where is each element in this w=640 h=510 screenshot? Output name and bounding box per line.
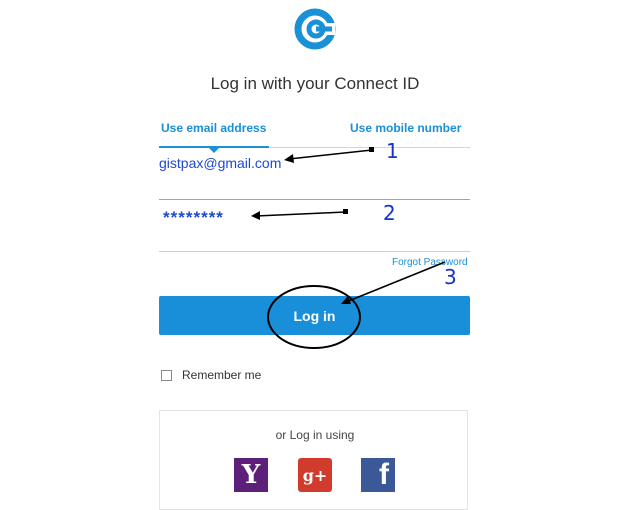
- annotation-number-2: 2: [383, 201, 396, 225]
- google-plus-login-button[interactable]: g+: [298, 458, 332, 492]
- social-login-title: or Log in using: [275, 428, 355, 442]
- page-title: Log in with your Connect ID: [210, 74, 420, 93]
- password-field[interactable]: ********: [163, 208, 224, 228]
- facebook-login-button[interactable]: f: [361, 458, 395, 492]
- remember-me-checkbox[interactable]: [161, 370, 172, 381]
- active-tab-pointer: [209, 148, 219, 153]
- login-button[interactable]: Log in: [159, 296, 470, 335]
- annotation-number-1: 1: [386, 139, 399, 163]
- annotation-arrow-2: [255, 211, 347, 217]
- annotation-arrowhead-2: [251, 211, 260, 220]
- facebook-icon: f: [379, 458, 389, 491]
- annotation-number-3: 3: [444, 265, 457, 289]
- remember-me-label: Remember me: [182, 368, 262, 382]
- annotation-arrowhead-1: [284, 154, 294, 163]
- yahoo-login-button[interactable]: Y: [234, 458, 268, 492]
- annotation-arrow-1: [288, 149, 373, 160]
- email-field[interactable]: gistpax@gmail.com: [159, 155, 281, 171]
- password-field-underline: [159, 251, 470, 252]
- email-field-underline: [159, 199, 470, 200]
- yahoo-icon: Y: [241, 460, 261, 490]
- connect-logo-icon: [294, 8, 336, 50]
- tab-divider: [269, 147, 470, 148]
- tab-email[interactable]: Use email address: [161, 121, 266, 135]
- tab-mobile[interactable]: Use mobile number: [350, 121, 461, 135]
- google-plus-icon: g+: [302, 465, 328, 485]
